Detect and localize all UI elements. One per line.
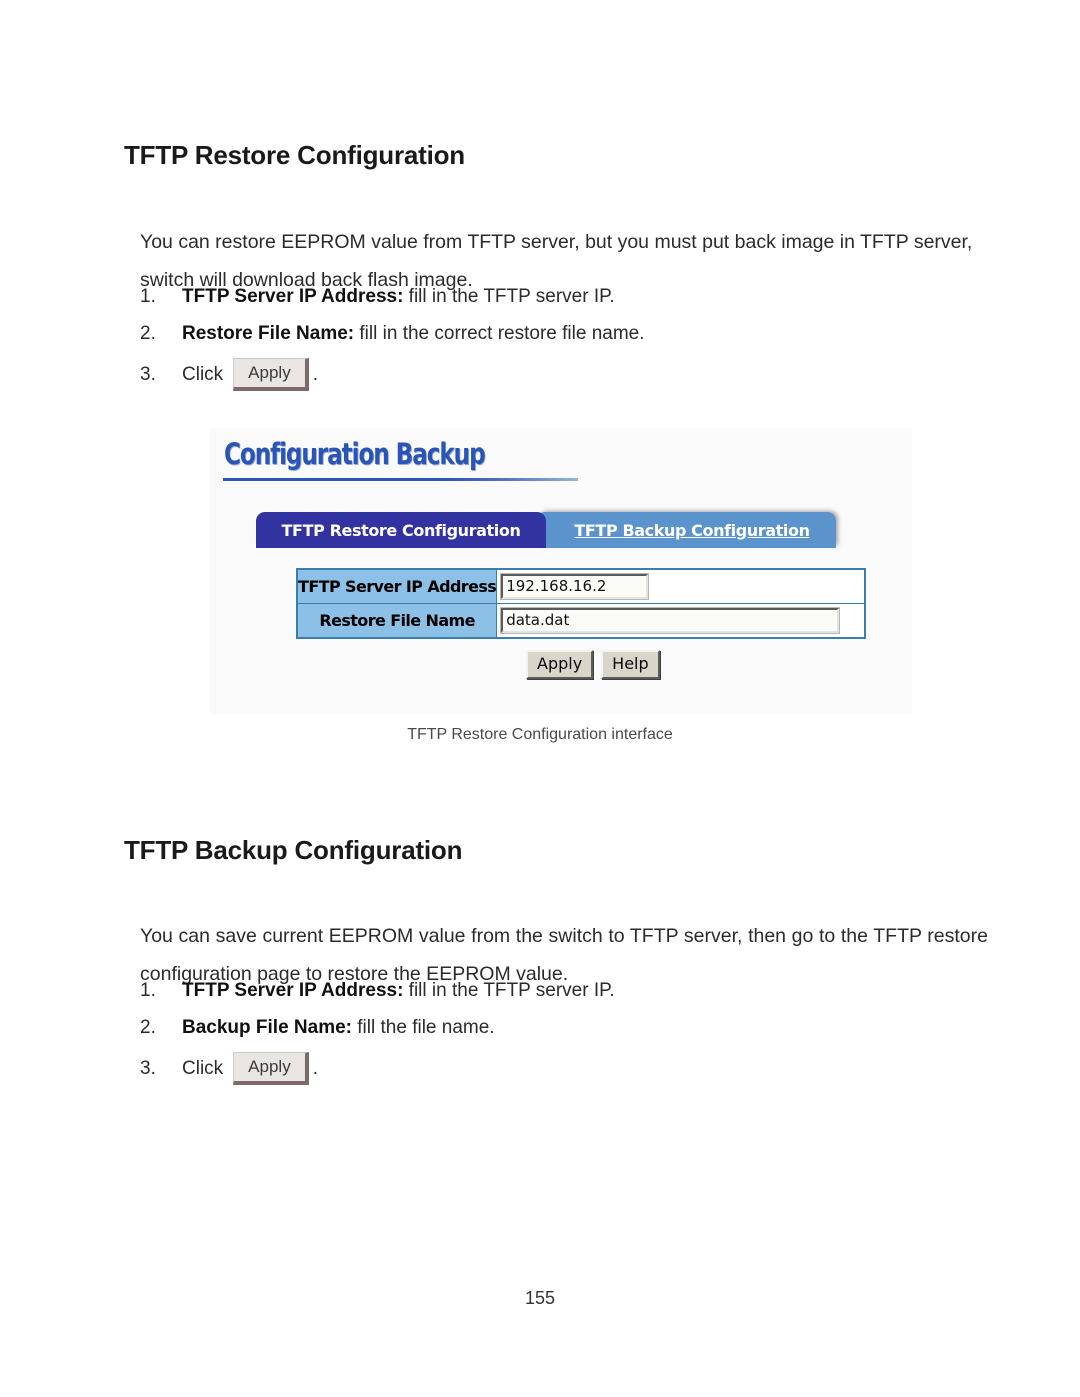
panel-title: Configuration Backup [224, 437, 486, 471]
step-number: 2. [140, 1017, 156, 1038]
panel-title-rule [223, 478, 578, 481]
steps-list-backup: 1. TFTP Server IP Address: fill in the TF… [140, 972, 990, 1090]
embedded-screenshot-configuration-backup: Configuration Backup TFTP Restore Config… [210, 428, 912, 714]
step-number: 3. [140, 363, 156, 385]
step-period: . [312, 1057, 318, 1079]
list-item: 2. Backup File Name: fill the file name. [140, 1009, 990, 1046]
help-button[interactable]: Help [601, 650, 660, 679]
step-bold-label: TFTP Server IP Address: [182, 286, 404, 307]
step-text: fill in the correct restore file name. [354, 323, 645, 344]
tab-tftp-backup-configuration[interactable]: TFTP Backup Configuration [536, 512, 836, 548]
step-number: 3. [140, 1057, 156, 1079]
section-heading-backup: TFTP Backup Configuration [124, 835, 463, 866]
step-bold-label: Restore File Name: [182, 323, 355, 344]
tab-bar: TFTP Restore Configuration TFTP Backup C… [256, 512, 836, 548]
list-item: 2. Restore File Name: fill in the correct… [140, 315, 990, 352]
panel-button-row: Apply Help [526, 650, 660, 679]
list-item: 3. Click Apply. [140, 1046, 990, 1090]
table-row: TFTP Server IP Address 192.168.16.2 [296, 568, 866, 604]
step-number: 2. [140, 323, 156, 344]
apply-button[interactable]: Apply [233, 357, 309, 391]
step-number: 1. [140, 286, 156, 307]
apply-button[interactable]: Apply [526, 650, 594, 679]
tab-label: TFTP Backup Configuration [574, 520, 810, 540]
step-text: fill in the TFTP server IP. [403, 286, 615, 307]
step-bold-label: TFTP Server IP Address: [182, 980, 404, 1001]
list-item: 3. Click Apply. [140, 352, 990, 396]
step-period: . [312, 363, 318, 385]
apply-button[interactable]: Apply [233, 1051, 309, 1085]
step-number: 1. [140, 980, 156, 1001]
field-cell-tftp-server-ip-address: 192.168.16.2 [496, 568, 866, 604]
field-cell-restore-file-name: data.dat [496, 603, 866, 639]
step-text: Click [182, 363, 224, 385]
label-tftp-server-ip-address: TFTP Server IP Address [296, 568, 498, 604]
document-page: TFTP Restore Configuration You can resto… [0, 0, 1080, 1397]
steps-list-restore: 1. TFTP Server IP Address: fill in the TF… [140, 278, 990, 396]
section-heading-restore: TFTP Restore Configuration [124, 140, 465, 171]
figure-caption: TFTP Restore Configuration interface [407, 726, 673, 743]
tftp-server-ip-address-input[interactable]: 192.168.16.2 [500, 573, 650, 600]
list-item: 1. TFTP Server IP Address: fill in the TF… [140, 278, 990, 315]
label-restore-file-name: Restore File Name [296, 603, 498, 639]
step-text: Click [182, 1057, 224, 1079]
page-number: 155 [524, 1288, 556, 1308]
step-text: fill the file name. [352, 1017, 495, 1038]
tab-tftp-restore-configuration[interactable]: TFTP Restore Configuration [256, 512, 546, 548]
step-bold-label: Backup File Name: [182, 1017, 352, 1038]
tab-label: TFTP Restore Configuration [281, 520, 521, 540]
table-row: Restore File Name data.dat [296, 603, 866, 639]
tftp-restore-form: TFTP Server IP Address 192.168.16.2 Rest… [296, 568, 866, 639]
list-item: 1. TFTP Server IP Address: fill in the TF… [140, 972, 990, 1009]
restore-file-name-input[interactable]: data.dat [500, 607, 841, 634]
step-text: fill in the TFTP server IP. [403, 980, 615, 1001]
